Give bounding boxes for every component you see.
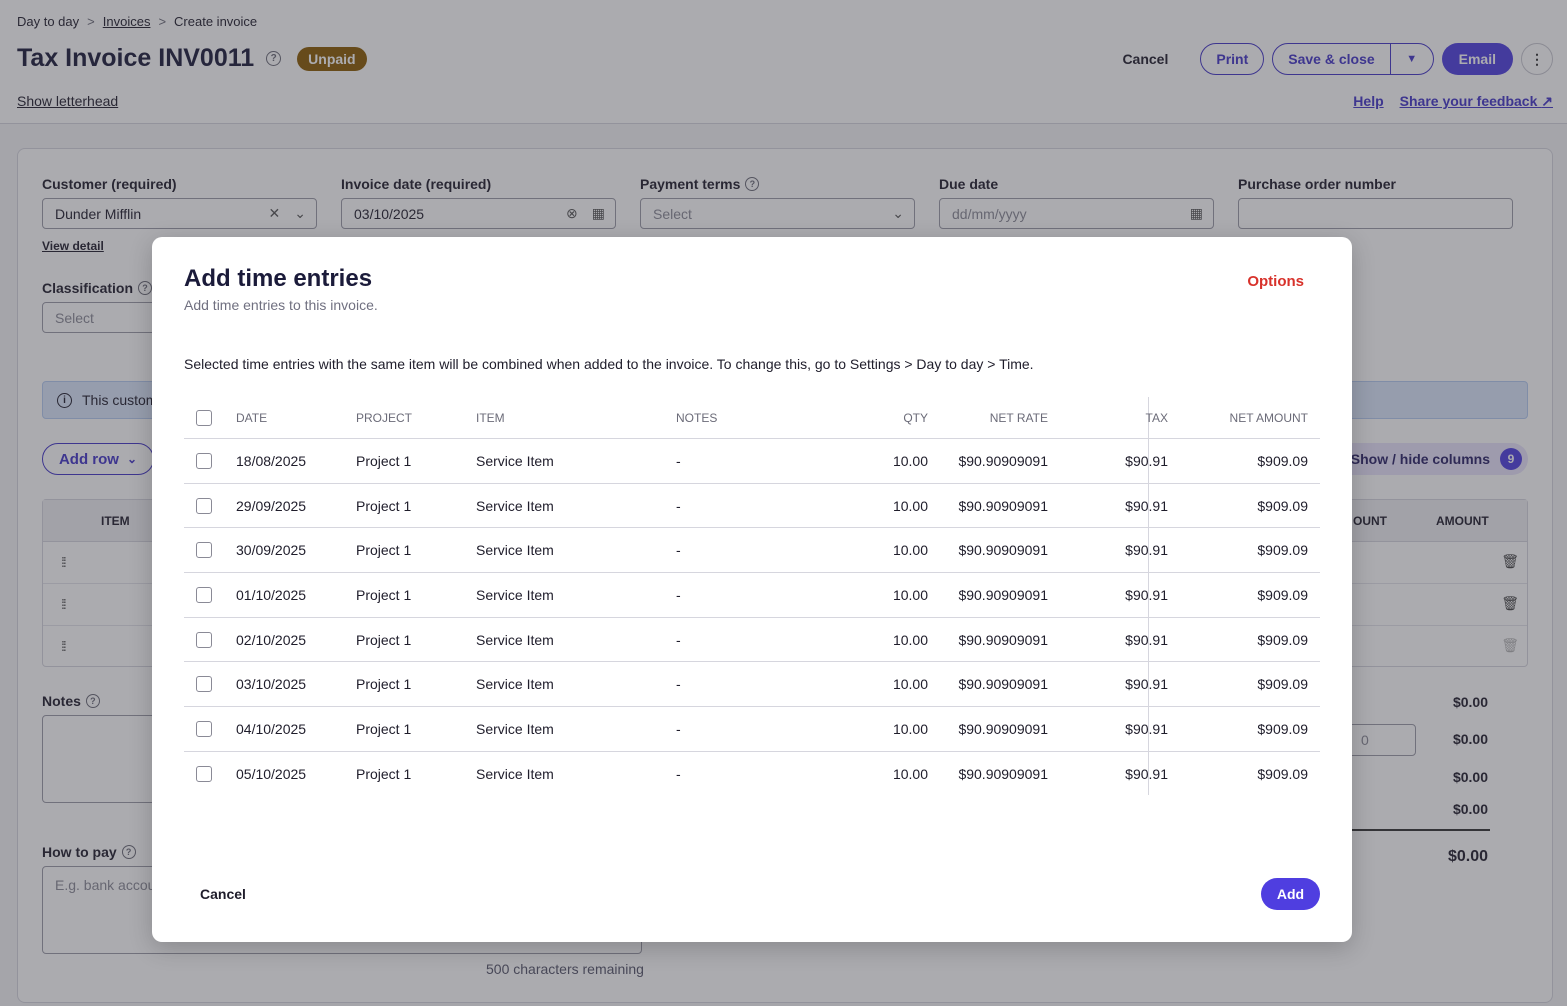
row-checkbox[interactable] (196, 631, 212, 648)
project-cell: Project 1 (356, 766, 412, 783)
qty-cell: 10.00 (892, 586, 928, 603)
notes-cell: - (676, 766, 681, 783)
item-cell: Service Item (476, 676, 554, 693)
qty-cell: 10.00 (892, 720, 928, 737)
notes-cell: - (676, 497, 681, 514)
date-cell: 29/09/2025 (236, 497, 307, 514)
net-rate-cell: $90.90909091 (958, 586, 1048, 603)
tax-cell: $90.91 (1125, 766, 1168, 783)
qty-cell: 10.00 (892, 452, 928, 469)
tax-cell: $90.91 (1125, 586, 1168, 603)
net-rate-cell: $90.90909091 (958, 542, 1048, 559)
tax-cell: $90.91 (1125, 720, 1168, 737)
project-cell: Project 1 (356, 452, 412, 469)
date-cell: 02/10/2025 (236, 631, 307, 648)
table-row[interactable]: 04/10/2025 Project 1 Service Item - 10.0… (184, 707, 1320, 752)
net-rate-column-header: NET RATE (989, 410, 1048, 425)
date-cell: 05/10/2025 (236, 766, 307, 783)
notes-cell: - (676, 452, 681, 469)
project-cell: Project 1 (356, 720, 412, 737)
item-column-header: ITEM (476, 410, 505, 425)
notes-column-header: NOTES (676, 410, 718, 425)
date-cell: 03/10/2025 (236, 676, 307, 693)
net-amount-cell: $909.09 (1257, 676, 1308, 693)
row-checkbox[interactable] (196, 586, 212, 603)
add-time-entries-modal: Add time entries Add time entries to thi… (152, 237, 1352, 942)
qty-cell: 10.00 (892, 497, 928, 514)
date-cell: 30/09/2025 (236, 542, 307, 559)
row-checkbox[interactable] (196, 497, 212, 514)
tax-cell: $90.91 (1125, 631, 1168, 648)
qty-cell: 10.00 (892, 676, 928, 693)
options-button[interactable]: Options (1247, 273, 1304, 290)
net-rate-cell: $90.90909091 (958, 631, 1048, 648)
table-row[interactable]: 29/09/2025 Project 1 Service Item - 10.0… (184, 484, 1320, 529)
notes-cell: - (676, 631, 681, 648)
item-cell: Service Item (476, 631, 554, 648)
net-rate-cell: $90.90909091 (958, 720, 1048, 737)
net-rate-cell: $90.90909091 (958, 497, 1048, 514)
notes-cell: - (676, 586, 681, 603)
table-row[interactable]: 30/09/2025 Project 1 Service Item - 10.0… (184, 528, 1320, 574)
tax-column-header: TAX (1145, 410, 1168, 425)
time-entries-table: DATE PROJECT ITEM NOTES QTY NET RATE TAX… (184, 397, 1320, 797)
item-cell: Service Item (476, 497, 554, 514)
net-amount-cell: $909.09 (1257, 586, 1308, 603)
table-row[interactable]: 05/10/2025 Project 1 Service Item - 10.0… (184, 752, 1320, 797)
date-cell: 04/10/2025 (236, 720, 307, 737)
item-cell: Service Item (476, 720, 554, 737)
item-cell: Service Item (476, 586, 554, 603)
row-checkbox[interactable] (196, 542, 212, 559)
row-checkbox[interactable] (196, 452, 212, 469)
modal-subtitle: Add time entries to this invoice. (184, 297, 378, 313)
row-checkbox[interactable] (196, 766, 212, 783)
net-amount-cell: $909.09 (1257, 497, 1308, 514)
net-amount-cell: $909.09 (1257, 720, 1308, 737)
date-column-header: DATE (236, 410, 268, 425)
qty-cell: 10.00 (892, 766, 928, 783)
net-amount-cell: $909.09 (1257, 766, 1308, 783)
add-button[interactable]: Add (1261, 878, 1320, 910)
tax-cell: $90.91 (1125, 542, 1168, 559)
tax-cell: $90.91 (1125, 497, 1168, 514)
table-row[interactable]: 02/10/2025 Project 1 Service Item - 10.0… (184, 618, 1320, 663)
table-row[interactable]: 18/08/2025 Project 1 Service Item - 10.0… (184, 439, 1320, 484)
table-row[interactable]: 03/10/2025 Project 1 Service Item - 10.0… (184, 662, 1320, 708)
tax-cell: $90.91 (1125, 452, 1168, 469)
modal-cancel-button[interactable]: Cancel (200, 886, 246, 902)
project-cell: Project 1 (356, 586, 412, 603)
qty-cell: 10.00 (892, 631, 928, 648)
notes-cell: - (676, 676, 681, 693)
table-row[interactable]: 01/10/2025 Project 1 Service Item - 10.0… (184, 573, 1320, 618)
net-rate-cell: $90.90909091 (958, 676, 1048, 693)
project-cell: Project 1 (356, 676, 412, 693)
notes-cell: - (676, 720, 681, 737)
project-cell: Project 1 (356, 631, 412, 648)
item-cell: Service Item (476, 452, 554, 469)
date-cell: 18/08/2025 (236, 452, 307, 469)
project-cell: Project 1 (356, 542, 412, 559)
net-amount-column-header: NET AMOUNT (1229, 410, 1308, 425)
qty-column-header: QTY (903, 410, 928, 425)
time-entries-header: DATE PROJECT ITEM NOTES QTY NET RATE TAX… (184, 397, 1320, 439)
item-cell: Service Item (476, 766, 554, 783)
qty-cell: 10.00 (892, 542, 928, 559)
row-checkbox[interactable] (196, 720, 212, 737)
net-amount-cell: $909.09 (1257, 542, 1308, 559)
net-rate-cell: $90.90909091 (958, 452, 1048, 469)
net-rate-cell: $90.90909091 (958, 766, 1048, 783)
net-amount-cell: $909.09 (1257, 631, 1308, 648)
tax-cell: $90.91 (1125, 676, 1168, 693)
project-cell: Project 1 (356, 497, 412, 514)
select-all-checkbox[interactable] (196, 409, 212, 426)
row-checkbox[interactable] (196, 676, 212, 693)
item-cell: Service Item (476, 542, 554, 559)
combine-note: Selected time entries with the same item… (184, 356, 1034, 372)
modal-title: Add time entries (184, 265, 373, 292)
notes-cell: - (676, 542, 681, 559)
date-cell: 01/10/2025 (236, 586, 307, 603)
net-amount-cell: $909.09 (1257, 452, 1308, 469)
project-column-header: PROJECT (356, 410, 413, 425)
